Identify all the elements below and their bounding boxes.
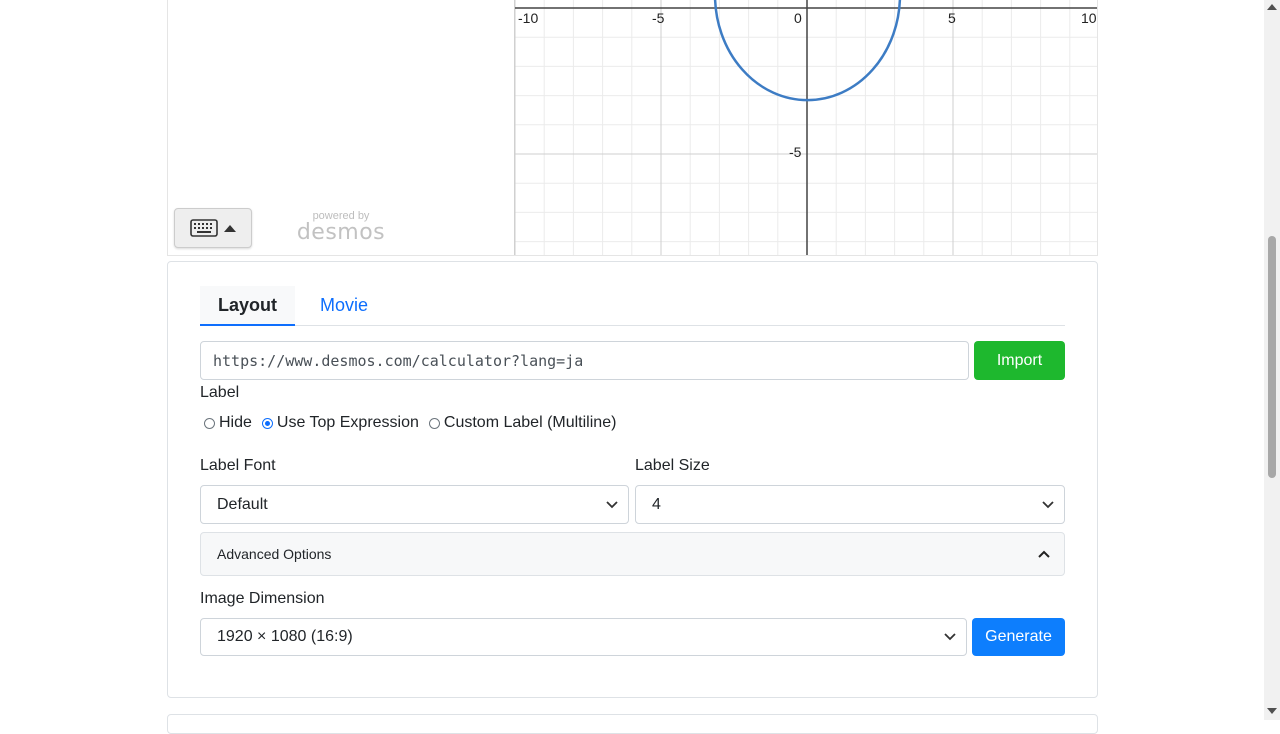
label-mode-radio-group: Hide Use Top Expression Custom Label (Mu… <box>204 414 626 432</box>
advanced-options-toggle[interactable]: Advanced Options <box>200 532 1065 576</box>
radio-button[interactable] <box>428 417 440 429</box>
scroll-up-arrow-icon[interactable] <box>1267 4 1277 10</box>
image-dimension-value: 1920 × 1080 (16:9) <box>217 628 353 645</box>
settings-card: Layout Movie Import Label Hide Use Top E… <box>167 261 1098 698</box>
image-dimension-select[interactable]: 1920 × 1080 (16:9) <box>200 618 967 656</box>
label-size-select[interactable]: 4 <box>635 485 1065 524</box>
x-tick-label: -5 <box>652 10 665 26</box>
y-tick-label: -5 <box>789 144 802 160</box>
radio-button[interactable] <box>204 417 215 429</box>
radio-use-top-expression[interactable]: Use Top Expression <box>261 414 419 432</box>
radio-custom-label[interactable]: Custom Label (Multiline) <box>428 414 617 432</box>
keyboard-icon <box>190 219 218 237</box>
label-font-value: Default <box>217 496 268 513</box>
expression-panel[interactable]: powered by desmos <box>168 0 515 255</box>
chevron-up-icon <box>1038 533 1050 575</box>
radio-label: Hide <box>219 414 252 431</box>
import-button[interactable]: Import <box>974 341 1065 380</box>
label-font-select[interactable]: Default <box>200 485 629 524</box>
chevron-down-icon <box>944 619 956 655</box>
radio-hide[interactable]: Hide <box>204 414 252 432</box>
page-scrollbar[interactable] <box>1264 0 1280 720</box>
graph-canvas[interactable]: -10 -5 0 5 10 -5 <box>514 0 1097 255</box>
x-tick-label: 5 <box>948 10 956 26</box>
desmos-logo: desmos <box>296 220 386 245</box>
keypad-toggle-button[interactable] <box>174 208 252 248</box>
chevron-down-icon <box>1042 486 1054 523</box>
desmos-calculator[interactable]: powered by desmos -10 -5 0 5 10 -5 <box>167 0 1098 256</box>
chevron-down-icon <box>606 486 618 523</box>
radio-button[interactable] <box>261 417 273 429</box>
label-size-value: 4 <box>652 496 661 513</box>
x-tick-label: -10 <box>518 10 538 26</box>
tab-bar: Layout Movie <box>200 286 1065 326</box>
label-section-title: Label <box>200 384 240 401</box>
radio-label: Use Top Expression <box>276 414 419 431</box>
generate-button[interactable]: Generate <box>972 618 1065 656</box>
x-tick-label: 0 <box>794 10 802 26</box>
tab-layout[interactable]: Layout <box>200 286 296 326</box>
label-font-title: Label Font <box>200 457 276 474</box>
next-card <box>167 714 1098 734</box>
x-tick-label: 10 <box>1081 10 1097 26</box>
desmos-branding: powered by desmos <box>296 210 386 244</box>
caret-up-icon <box>224 225 236 232</box>
graph-svg: -10 -5 0 5 10 -5 <box>514 0 1097 255</box>
radio-label: Custom Label (Multiline) <box>443 414 617 431</box>
tab-movie[interactable]: Movie <box>302 286 386 326</box>
advanced-options-label: Advanced Options <box>217 546 332 562</box>
label-size-title: Label Size <box>635 457 710 474</box>
scrollbar-thumb[interactable] <box>1268 236 1276 478</box>
desmos-url-input[interactable] <box>200 341 969 380</box>
image-dimension-title: Image Dimension <box>200 590 325 607</box>
scroll-down-arrow-icon[interactable] <box>1267 708 1277 714</box>
